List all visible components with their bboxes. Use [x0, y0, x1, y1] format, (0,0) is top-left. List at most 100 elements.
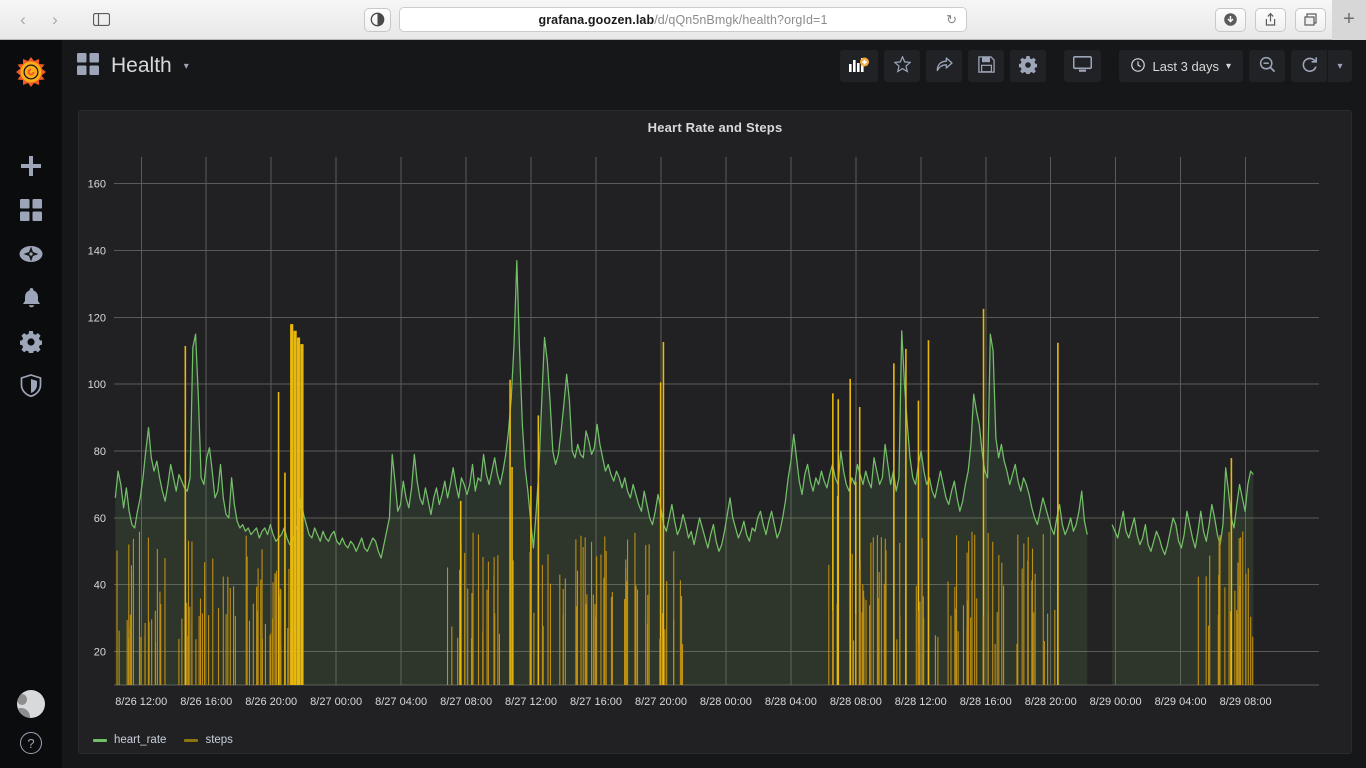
- refresh-icon: [1301, 56, 1318, 76]
- x-axis-tick: 8/28 00:00: [700, 696, 752, 708]
- avatar[interactable]: [17, 690, 45, 718]
- dashboard-toolbar: Last 3 days ▾ ▾: [840, 50, 1352, 82]
- y-axis-tick: 160: [88, 179, 106, 191]
- help-icon[interactable]: ?: [20, 732, 42, 754]
- x-axis-tick: 8/28 20:00: [1025, 696, 1077, 708]
- browser-right-buttons: [1215, 7, 1326, 32]
- forward-button[interactable]: ›: [40, 8, 70, 32]
- x-axis-tick: 8/28 04:00: [765, 696, 817, 708]
- share-icon[interactable]: [1255, 7, 1286, 32]
- sidebar-item-create[interactable]: [0, 146, 62, 190]
- sidebar-bottom: ?: [0, 690, 62, 754]
- sidebar: ?: [0, 40, 62, 768]
- add-panel-icon: [849, 57, 870, 76]
- sidebar-item-alerting[interactable]: [0, 278, 62, 322]
- dashboard-settings-button[interactable]: [1010, 50, 1047, 82]
- back-button[interactable]: ‹: [8, 8, 38, 32]
- clock-icon: [1131, 57, 1146, 75]
- sidebar-item-dashboards[interactable]: [0, 190, 62, 234]
- x-axis-tick: 8/27 00:00: [310, 696, 362, 708]
- refresh-button[interactable]: [1291, 50, 1327, 82]
- y-axis-tick: 80: [94, 446, 106, 458]
- refresh-group: ▾: [1291, 50, 1352, 82]
- gear-icon: [1018, 55, 1039, 77]
- browser-chrome: ‹ › grafana.goozen.lab/d/qQn5nBmgk/healt…: [0, 0, 1366, 40]
- x-axis-tick: 8/29 08:00: [1220, 696, 1272, 708]
- magnifier-minus-icon: [1259, 56, 1276, 76]
- y-axis-tick: 120: [88, 312, 106, 324]
- y-axis-tick: 100: [88, 379, 106, 391]
- x-axis-tick: 8/29 00:00: [1090, 696, 1142, 708]
- grafana-logo-icon[interactable]: [9, 50, 53, 94]
- grid-icon: [77, 52, 99, 80]
- legend-item-heart_rate[interactable]: heart_rate: [93, 734, 166, 746]
- x-axis-tick: 8/27 16:00: [570, 696, 622, 708]
- cycle-view-mode-button[interactable]: [1064, 50, 1102, 82]
- new-tab-button[interactable]: +: [1332, 0, 1366, 40]
- share-icon: [936, 56, 953, 76]
- x-axis-tick: 8/27 04:00: [375, 696, 427, 708]
- dashboard-title-group[interactable]: Health ▾: [77, 52, 189, 80]
- time-series-chart[interactable]: 20 40 60 80 100 120 140 160 8/26 12:00 8/26 16:00…: [79, 143, 1353, 755]
- x-axis-tick: 8/26 12:00: [115, 696, 167, 708]
- tab-overview-icon[interactable]: [1295, 7, 1326, 32]
- x-axis-tick: 8/28 12:00: [895, 696, 947, 708]
- steps-area: [115, 518, 1253, 685]
- legend-label: heart_rate: [114, 734, 167, 746]
- time-range-label: Last 3 days: [1152, 58, 1219, 74]
- compass-icon: [19, 243, 43, 270]
- url-input[interactable]: grafana.goozen.lab/d/qQn5nBmgk/health?or…: [399, 7, 967, 32]
- share-dashboard-button[interactable]: [926, 50, 963, 82]
- legend-color-swatch: [184, 738, 199, 742]
- reload-icon[interactable]: ↻: [946, 12, 957, 28]
- privacy-shield-icon[interactable]: [364, 7, 391, 32]
- sidebar-item-configuration[interactable]: [0, 322, 62, 366]
- save-dashboard-button[interactable]: [968, 50, 1005, 82]
- avatar-head: [17, 694, 28, 705]
- legend-label: steps: [205, 734, 233, 746]
- grid-icon: [20, 198, 42, 226]
- topbar: Health ▾ Last 3 days ▾ ▾: [62, 40, 1366, 92]
- plot-area[interactable]: 20 40 60 80 100 120 140 160 8/26 12:00 8/26 16:00…: [79, 143, 1353, 755]
- y-axis-tick: 20: [94, 647, 106, 659]
- x-axis-tick: 8/29 04:00: [1155, 696, 1207, 708]
- avatar-body: [17, 708, 30, 718]
- x-axis-tick: 8/27 12:00: [505, 696, 557, 708]
- page-title: Health: [111, 54, 172, 77]
- sidebar-item-server-admin[interactable]: [0, 366, 62, 410]
- floppy-disk-icon: [978, 56, 995, 76]
- y-axis-tick: 40: [94, 580, 106, 592]
- gear-icon: [19, 330, 43, 358]
- star-icon: [893, 55, 912, 76]
- panel-title[interactable]: Heart Rate and Steps: [79, 111, 1351, 135]
- grafana-app: ? Health ▾ Last 3 days ▾ ▾ Heart Rate an…: [0, 40, 1366, 768]
- bell-icon: [21, 287, 42, 314]
- legend-item-steps[interactable]: steps: [184, 734, 233, 746]
- shield-icon: [20, 374, 42, 402]
- add-panel-button[interactable]: [840, 50, 879, 82]
- url-text: grafana.goozen.lab/d/qQn5nBmgk/health?or…: [538, 12, 828, 27]
- x-axis-tick: 8/26 20:00: [245, 696, 297, 708]
- sidebar-item-explore[interactable]: [0, 234, 62, 278]
- plus-icon: [20, 155, 42, 182]
- zoom-out-time-button[interactable]: [1249, 50, 1285, 82]
- panel-heart-rate-and-steps: Heart Rate and Steps 20 40 60 80 100 120 140 16…: [78, 110, 1352, 754]
- sidebar-menu: [0, 146, 62, 410]
- browser-nav-buttons: ‹ ›: [8, 8, 116, 32]
- chevron-down-icon[interactable]: ▾: [184, 61, 189, 72]
- chart-legend: heart_rate steps: [93, 734, 233, 746]
- url-zone: grafana.goozen.lab/d/qQn5nBmgk/health?or…: [116, 7, 1215, 32]
- sidebar-toggle-icon[interactable]: [86, 8, 116, 31]
- chevron-down-icon: ▾: [1225, 60, 1231, 72]
- time-range-picker[interactable]: Last 3 days ▾: [1119, 50, 1243, 82]
- downloads-icon[interactable]: [1215, 7, 1246, 32]
- x-axis-tick: 8/28 08:00: [830, 696, 882, 708]
- x-axis-tick: 8/27 20:00: [635, 696, 687, 708]
- x-axis-tick: 8/26 16:00: [180, 696, 232, 708]
- x-axis-tick: 8/27 08:00: [440, 696, 492, 708]
- y-axis-tick: 60: [94, 513, 106, 525]
- refresh-interval-dropdown[interactable]: ▾: [1328, 50, 1352, 82]
- y-axis-tick: 140: [88, 246, 106, 258]
- mark-favorite-button[interactable]: [884, 50, 921, 82]
- monitor-icon: [1073, 56, 1093, 76]
